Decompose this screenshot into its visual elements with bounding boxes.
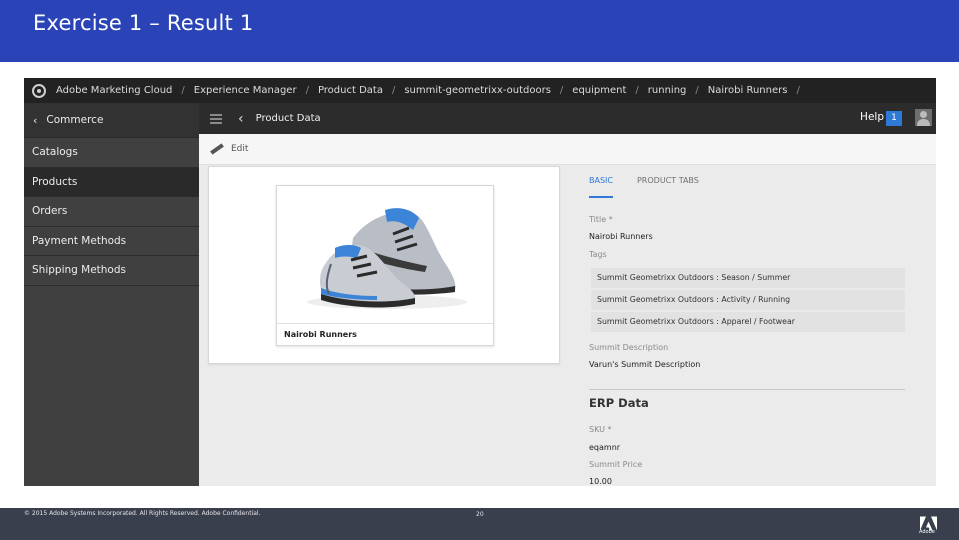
user-avatar-icon[interactable] — [915, 109, 932, 126]
sidebar-item-products[interactable]: Products — [24, 167, 199, 197]
pencil-icon[interactable] — [210, 143, 224, 155]
tab-product-tabs[interactable]: PRODUCT TABS — [637, 176, 699, 198]
sidebar-item-label: Payment Methods — [32, 234, 127, 247]
price-field-label: Summit Price — [589, 460, 643, 469]
product-image — [277, 186, 493, 323]
edit-toolbar: Edit — [199, 134, 936, 165]
adobe-logo-text: Adobe — [919, 529, 935, 535]
tag-item[interactable]: Summit Geometrixx Outdoors : Apparel / F… — [591, 312, 905, 332]
erp-section-title: ERP Data — [589, 396, 649, 410]
sidebar-item-catalogs[interactable]: Catalogs — [24, 138, 199, 168]
section-divider — [589, 389, 905, 390]
title-field-value[interactable]: Nairobi Runners — [589, 232, 653, 241]
tag-item[interactable]: Summit Geometrixx Outdoors : Activity / … — [591, 290, 905, 310]
page-number: 20 — [476, 511, 484, 518]
breadcrumb-separator: / — [695, 85, 699, 96]
sidebar-item-label: Shipping Methods — [32, 264, 126, 277]
slide-header: Exercise 1 – Result 1 — [0, 0, 959, 62]
tab-basic[interactable]: BASIC — [589, 176, 613, 198]
product-card-title: Nairobi Runners — [277, 323, 493, 345]
breadcrumb-separator: / — [305, 85, 309, 96]
commerce-sidebar: ‹ Commerce Catalogs Products Orders Paym… — [24, 103, 199, 486]
help-button[interactable]: Help — [860, 111, 884, 123]
global-nav-bar: Adobe Marketing Cloud / Experience Manag… — [24, 78, 936, 103]
action-bar: ‹ Product Data Help 1 — [199, 103, 936, 134]
breadcrumb-item[interactable]: equipment — [572, 85, 626, 96]
price-field-value[interactable]: 10.00 — [589, 477, 612, 486]
breadcrumb-item[interactable]: Experience Manager — [194, 85, 297, 96]
sidebar-item-label: Catalogs — [32, 146, 78, 159]
content-area: Nairobi Runners BASIC PRODUCT TABS Title… — [199, 166, 936, 486]
sidebar-item-shipping-methods[interactable]: Shipping Methods — [24, 256, 199, 286]
breadcrumb-item-current[interactable]: Nairobi Runners — [708, 85, 788, 96]
breadcrumb-item[interactable]: Adobe Marketing Cloud — [56, 85, 172, 96]
description-field-value[interactable]: Varun's Summit Description — [589, 360, 700, 369]
notification-badge[interactable]: 1 — [886, 111, 902, 126]
breadcrumb-separator: / — [635, 85, 639, 96]
adobe-marketing-cloud-logo-icon[interactable] — [32, 83, 46, 98]
menu-icon[interactable] — [210, 113, 222, 124]
slide-title: Exercise 1 – Result 1 — [33, 11, 254, 35]
sidebar-back-commerce[interactable]: ‹ Commerce — [24, 103, 199, 138]
page-title: Product Data — [255, 113, 321, 124]
breadcrumb-item[interactable]: summit-geometrixx-outdoors — [404, 85, 551, 96]
properties-tabs: BASIC PRODUCT TABS — [589, 176, 699, 198]
sku-field-label: SKU * — [589, 425, 612, 434]
sidebar-item-payment-methods[interactable]: Payment Methods — [24, 227, 199, 256]
chevron-left-icon: ‹ — [33, 113, 38, 127]
copyright-text: © 2015 Adobe Systems Incorporated. All R… — [24, 510, 261, 517]
sidebar-header-label: Commerce — [46, 114, 104, 126]
tag-item[interactable]: Summit Geometrixx Outdoors : Season / Su… — [591, 268, 905, 288]
edit-button[interactable]: Edit — [231, 144, 248, 154]
sidebar-item-orders[interactable]: Orders — [24, 197, 199, 227]
slide-footer: © 2015 Adobe Systems Incorporated. All R… — [0, 508, 959, 540]
breadcrumb-separator: / — [391, 85, 396, 96]
product-card[interactable]: Nairobi Runners — [276, 185, 494, 346]
asset-panel: Nairobi Runners — [208, 166, 560, 364]
sidebar-item-label: Products — [32, 175, 78, 188]
sidebar-item-label: Orders — [32, 205, 68, 218]
breadcrumb-item[interactable]: running — [648, 85, 687, 96]
breadcrumb-separator: / — [181, 85, 185, 96]
breadcrumb-separator: / — [559, 85, 564, 96]
sku-field-value[interactable]: eqamnr — [589, 443, 620, 452]
tags-field-label: Tags — [589, 250, 607, 259]
properties-form: BASIC PRODUCT TABS Title * Nairobi Runne… — [589, 166, 909, 486]
back-chevron-icon[interactable]: ‹ — [238, 111, 244, 127]
title-field-label: Title * — [589, 215, 613, 224]
breadcrumb-separator: / — [796, 85, 800, 96]
aem-screenshot: Adobe Marketing Cloud / Experience Manag… — [24, 78, 936, 486]
description-field-label: Summit Description — [589, 343, 669, 352]
breadcrumb-item[interactable]: Product Data — [318, 85, 383, 96]
